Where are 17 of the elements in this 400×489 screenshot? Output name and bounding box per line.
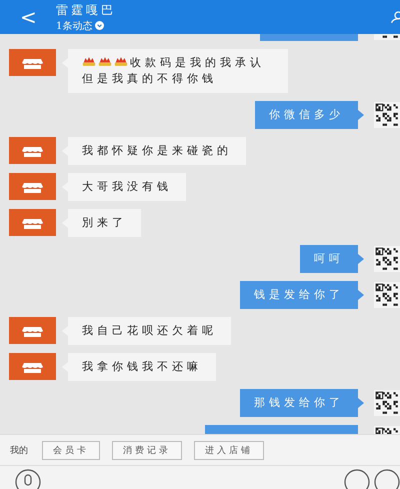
menu-label: 我的 — [10, 444, 28, 456]
message-bubble: 钱是发给你了 — [240, 281, 358, 309]
message-bubble: 那钱发给你了 — [240, 389, 358, 417]
message-bubble: 我拿你钱我不还嘛 — [68, 353, 216, 381]
menu-button[interactable]: 进入店铺 — [194, 440, 264, 460]
chat-title: 雷霆嘎巴 — [56, 2, 116, 18]
message-bubble: 我自己花呗还欠着呢 — [68, 317, 231, 345]
update-count[interactable]: 1条动态 — [56, 18, 92, 32]
menu-button[interactable]: 消费记录 — [112, 440, 182, 460]
back-button[interactable]: < — [20, 7, 50, 27]
message-bubble: 大哥我没有钱 — [68, 173, 186, 201]
message-bubble: 呵呵 — [300, 245, 358, 273]
menu-button[interactable]: 会员卡 — [42, 440, 100, 460]
message-bubble: 我都怀疑你是来碰瓷的 — [68, 137, 246, 165]
message-bubble: 別来了 — [68, 209, 141, 237]
message-bubble: 你微信多少 — [255, 101, 358, 129]
message-bubble: 收款码是我的我承认但是我真的不得你钱 — [68, 49, 288, 93]
